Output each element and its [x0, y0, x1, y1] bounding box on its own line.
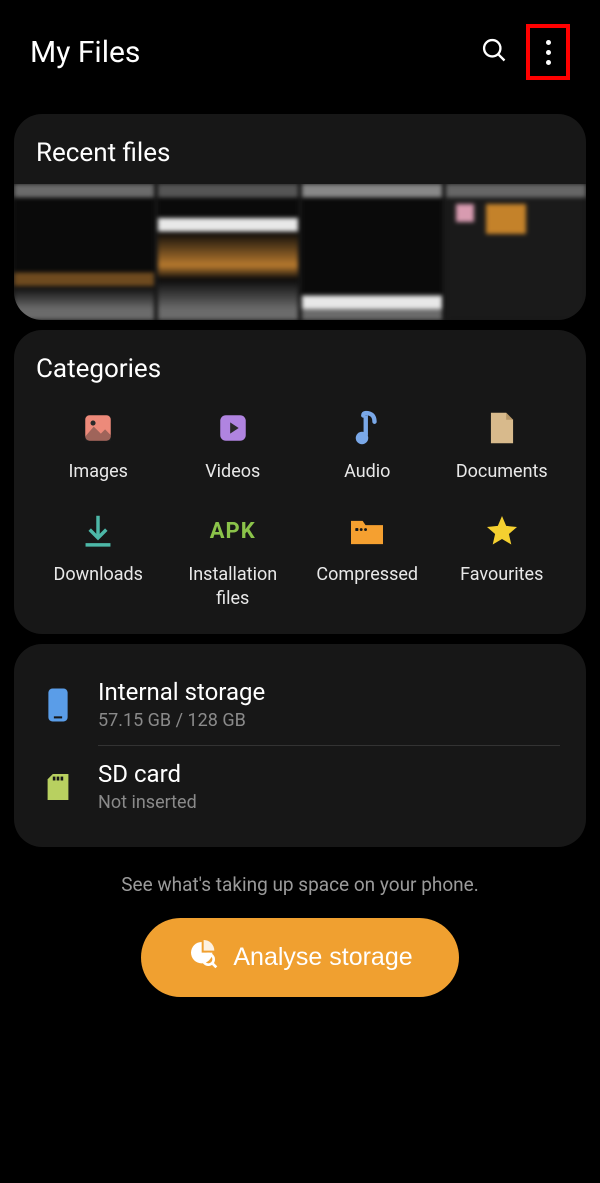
category-audio[interactable]: Audio [305, 410, 430, 483]
category-favourites[interactable]: Favourites [440, 513, 565, 610]
category-label: Downloads [54, 563, 143, 586]
recent-file-thumbnail[interactable] [14, 184, 154, 320]
sdcard-icon [40, 771, 76, 803]
recent-file-thumbnail[interactable] [302, 184, 442, 320]
category-installation-files[interactable]: APK Installation files [171, 513, 296, 610]
category-videos[interactable]: Videos [171, 410, 296, 483]
search-icon[interactable] [480, 36, 508, 68]
storage-card: Internal storage 57.15 GB / 128 GB SD ca… [14, 644, 586, 847]
analyse-storage-button[interactable]: Analyse storage [141, 918, 458, 997]
footer-hint: See what's taking up space on your phone… [0, 873, 600, 896]
apk-icon: APK [210, 513, 256, 549]
star-icon [484, 513, 520, 549]
category-label: Documents [456, 460, 548, 483]
category-label: Images [69, 460, 128, 483]
storage-subtitle: Not inserted [98, 792, 560, 813]
phone-icon [40, 687, 76, 723]
storage-title: SD card [98, 760, 560, 788]
category-documents[interactable]: Documents [440, 410, 565, 483]
category-label: Compressed [316, 563, 418, 586]
categories-card: Categories Images Videos Audio Documents [14, 330, 586, 634]
analyse-button-label: Analyse storage [233, 943, 412, 972]
category-images[interactable]: Images [36, 410, 161, 483]
more-vertical-icon [546, 40, 551, 65]
categories-title: Categories [36, 354, 564, 384]
pie-search-icon [187, 938, 219, 977]
category-label: Installation files [171, 563, 296, 610]
recent-files-card: Recent files [14, 114, 586, 320]
storage-sdcard[interactable]: SD card Not inserted [40, 746, 560, 827]
image-icon [81, 410, 115, 446]
category-label: Audio [344, 460, 390, 483]
recent-files-thumbnails[interactable] [14, 184, 586, 320]
compressed-icon [348, 513, 386, 549]
category-label: Favourites [460, 563, 543, 586]
storage-internal[interactable]: Internal storage 57.15 GB / 128 GB [40, 664, 560, 745]
category-compressed[interactable]: Compressed [305, 513, 430, 610]
recent-files-title: Recent files [36, 138, 564, 168]
recent-file-thumbnail[interactable] [446, 184, 586, 320]
storage-title: Internal storage [98, 678, 560, 706]
audio-icon [352, 410, 382, 446]
storage-subtitle: 57.15 GB / 128 GB [98, 710, 560, 731]
category-label: Videos [205, 460, 260, 483]
video-icon [216, 410, 250, 446]
document-icon [488, 410, 516, 446]
download-icon [81, 513, 115, 549]
category-downloads[interactable]: Downloads [36, 513, 161, 610]
more-options-button[interactable] [526, 24, 570, 80]
recent-file-thumbnail[interactable] [158, 184, 298, 320]
page-title: My Files [30, 35, 140, 70]
